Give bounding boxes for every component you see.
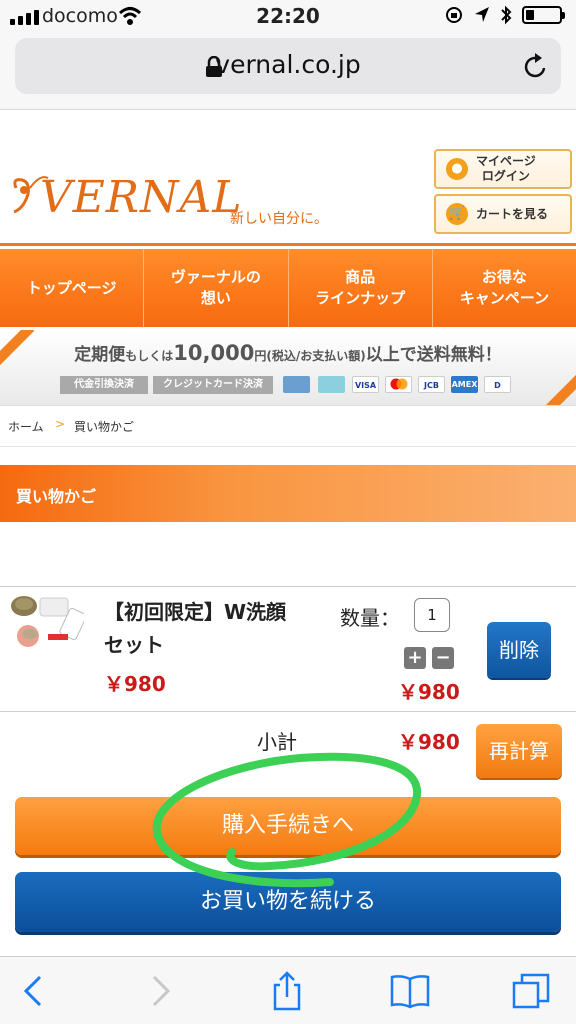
card-icon [318, 376, 345, 393]
credit-card-label: クレジットカード決済 [153, 376, 273, 394]
bookmarks-icon[interactable] [390, 971, 430, 1011]
nav-label: トップページ [26, 278, 117, 297]
tabs-icon[interactable] [512, 971, 552, 1011]
nav-item-top[interactable]: トップページ [0, 249, 145, 327]
banner-headline: 定期便もしくは10,000円(税込/お支払い額)以上で送料無料！ [74, 341, 502, 365]
reload-icon[interactable] [523, 52, 549, 80]
address-bar[interactable]: vernal.co.jp [15, 38, 561, 94]
nav-label: ヴァーナルの [170, 268, 261, 286]
quantity-increment-button[interactable]: + [404, 647, 426, 669]
nav-label: お得な [481, 268, 527, 286]
chevron-right-icon: > [55, 417, 66, 431]
product-unit-price: ￥980 [104, 672, 166, 696]
free-shipping-banner[interactable]: 定期便もしくは10,000円(税込/お支払い額)以上で送料無料！ 代金引換決済 … [0, 330, 576, 406]
browser-toolbar [0, 956, 576, 1024]
delete-button[interactable]: 削除 [487, 622, 551, 678]
amex-icon: AMEX [451, 376, 478, 393]
share-icon[interactable] [267, 971, 307, 1011]
breadcrumb-home[interactable]: ホーム [8, 418, 44, 435]
jcb-icon: JCB [418, 376, 445, 393]
diners-icon: D [484, 376, 511, 393]
logo-tagline: 新しい自分に。 [230, 211, 328, 227]
recalculate-button[interactable]: 再計算 [476, 724, 562, 778]
nav-label: キャンペーン [459, 289, 549, 307]
mypage-label: マイページ [476, 154, 536, 168]
subtotal-label: 小計 [257, 730, 297, 754]
bluetooth-icon [501, 5, 512, 25]
login-label: ログイン [481, 169, 530, 183]
section-header: 買い物かご [0, 465, 576, 522]
view-cart-button[interactable]: 🛒 カートを見る [434, 194, 572, 234]
product-name[interactable]: 【初回限定】W洗顔 セット [104, 596, 314, 662]
checkout-button[interactable]: 購入手続きへ [15, 797, 561, 855]
mypage-login-button[interactable]: ● マイページ ログイン [434, 149, 572, 189]
cod-label: 代金引換決済 [60, 376, 148, 394]
cart-icon: 🛒 [446, 203, 468, 225]
nav-label: 想い [200, 289, 231, 307]
status-bar: docomo 22:20 [0, 0, 576, 34]
nav-label: 商品 [345, 268, 376, 286]
url-text: vernal.co.jp [215, 50, 361, 79]
divider [0, 586, 576, 587]
mastercard-icon [385, 376, 412, 393]
back-icon[interactable] [14, 971, 54, 1011]
product-thumbnail[interactable] [8, 594, 84, 656]
nav-item-philosophy[interactable]: ヴァーナルの 想い [144, 249, 289, 327]
nav-item-campaign[interactable]: お得な キャンペーン [433, 249, 576, 327]
logo-text: VERNAL [40, 172, 243, 223]
subtotal-value: ￥980 [398, 730, 460, 754]
lock-icon: ● [446, 158, 468, 180]
rotation-lock-icon [446, 7, 462, 23]
divider [0, 711, 576, 712]
quantity-label: 数量： [340, 606, 400, 630]
quantity-decrement-button[interactable]: − [432, 647, 454, 669]
main-nav: トップページ ヴァーナルの 想い 商品ラインナップ お得なキャンペーン [0, 249, 576, 327]
continue-shopping-button[interactable]: お買い物を続ける [15, 872, 561, 932]
visa-icon: VISA [352, 376, 379, 393]
breadcrumb-current: 買い物かご [74, 420, 135, 434]
quantity-input[interactable]: 1 [414, 598, 450, 632]
breadcrumb: ホーム > 買い物かご [0, 407, 576, 447]
banner-stripe [543, 371, 576, 405]
forward-icon[interactable] [140, 971, 180, 1011]
nav-item-products[interactable]: 商品 ラインナップ [289, 249, 433, 327]
card-icon [283, 376, 310, 393]
browser-address-area: vernal.co.jp [0, 34, 576, 110]
view-cart-label: カートを見る [476, 206, 549, 221]
nav-label: ラインナップ [315, 289, 406, 307]
line-total: ￥980 [398, 680, 460, 704]
location-icon [475, 7, 489, 22]
page-title: 買い物かご [16, 487, 97, 506]
battery-icon [522, 6, 565, 24]
